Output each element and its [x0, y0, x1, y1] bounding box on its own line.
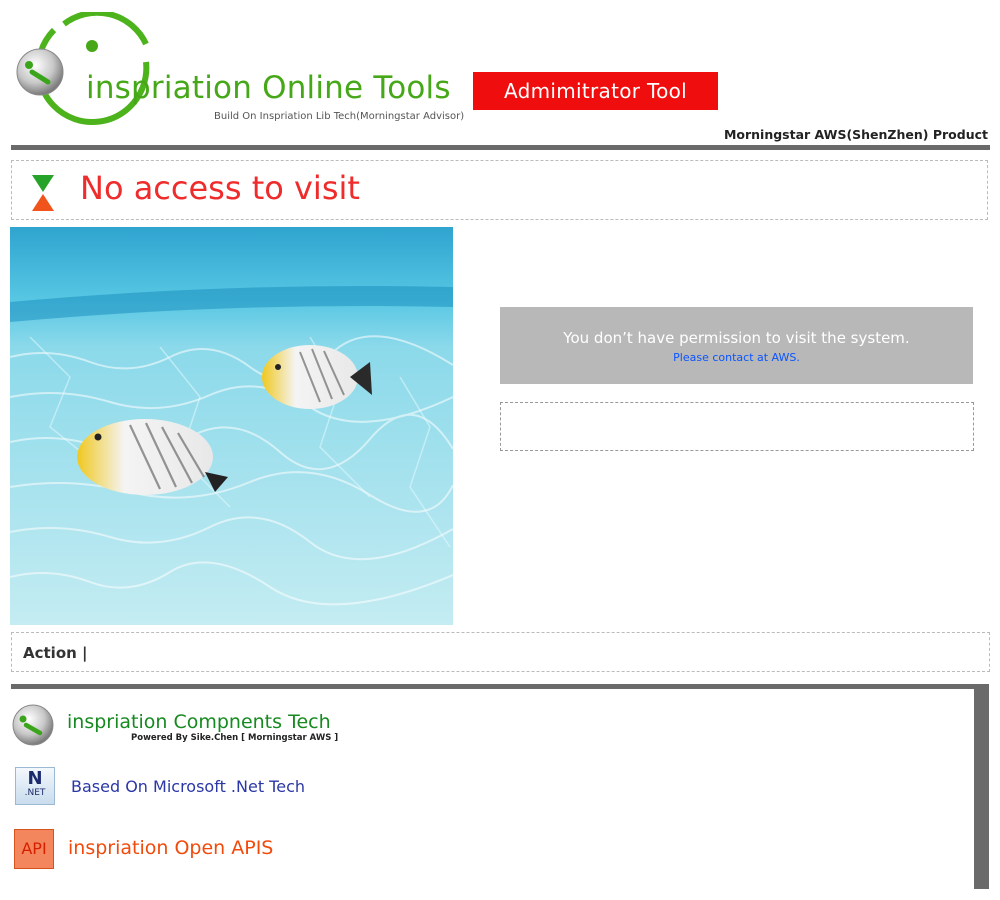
dotnet-icon-glyph: N [27, 768, 43, 789]
dotnet-icon-label: .NET [24, 788, 46, 798]
action-bar [11, 632, 990, 672]
inspiration-logo-icon [12, 704, 54, 746]
footer-item-components-title[interactable]: inspriation Compnents Tech [67, 711, 331, 733]
admin-tool-badge: Admimitrator Tool [473, 72, 718, 110]
footer-item-api-title[interactable]: inspriation Open APIS [68, 837, 273, 859]
hourglass-icon [31, 175, 55, 211]
footer-divider [11, 684, 989, 689]
header-divider [11, 145, 990, 150]
footer-item-components-subtitle: Powered By Sike.Chen [ Morningstar AWS ] [131, 733, 339, 743]
footer-side-bar [974, 684, 989, 889]
brand-title-initial: i [86, 70, 95, 106]
contact-aws-link[interactable]: Please contact at AWS. [500, 351, 973, 364]
brand-title: inspriation Online Tools [86, 70, 451, 106]
product-caption: Morningstar AWS(ShenZhen) Product [723, 127, 988, 142]
api-icon: API [14, 829, 54, 869]
dotnet-icon: N .NET [15, 767, 55, 805]
underwater-fish-image [10, 227, 453, 625]
permission-message-box: You don’t have permission to visit the s… [500, 307, 973, 384]
action-label: Action | [23, 644, 88, 662]
brand-subtitle: Build On Inspriation Lib Tech(Morningsta… [214, 111, 465, 122]
page-title: No access to visit [80, 169, 360, 207]
permission-message: You don’t have permission to visit the s… [563, 329, 910, 347]
brand-title-rest: nspriation Online Tools [94, 70, 451, 106]
empty-info-panel [500, 402, 974, 451]
footer-item-dotnet-title[interactable]: Based On Microsoft .Net Tech [71, 777, 305, 796]
